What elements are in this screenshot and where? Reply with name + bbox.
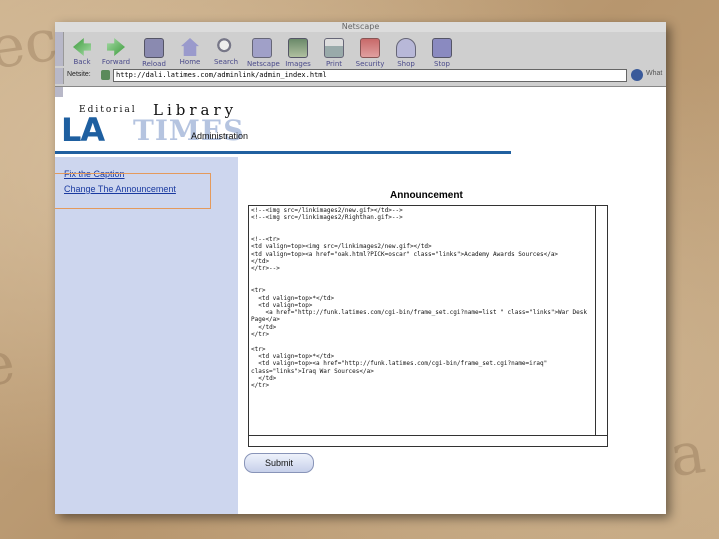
search-icon <box>217 38 235 56</box>
stop-button[interactable]: Stop <box>427 38 457 68</box>
header-divider <box>55 151 511 154</box>
page-content: Editorial Library LA TIMES Administratio… <box>55 86 666 514</box>
forward-button[interactable]: Forward <box>101 38 131 66</box>
reload-icon <box>144 38 164 58</box>
page-grip[interactable] <box>55 87 63 97</box>
navigation-toolbar: Back Forward Reload Home Search Netscape… <box>55 32 666 87</box>
submit-button[interactable]: Submit <box>244 453 314 473</box>
shop-button[interactable]: Shop <box>391 38 421 68</box>
print-button[interactable]: Print <box>319 38 349 68</box>
toolbar-grip[interactable] <box>55 32 64 66</box>
browser-window: Netscape Back Forward Reload Home Search… <box>55 22 666 514</box>
home-icon <box>181 38 199 56</box>
window-title: Netscape <box>55 22 666 32</box>
images-button[interactable]: Images <box>283 38 313 68</box>
highlight-box <box>55 173 211 209</box>
print-icon <box>324 38 344 58</box>
back-button[interactable]: Back <box>67 38 97 66</box>
forward-icon <box>107 38 125 56</box>
netscape-button[interactable]: Netscape <box>247 38 280 68</box>
sidebar: Fix the Caption Change The Announcement <box>55 157 238 514</box>
reload-button[interactable]: Reload <box>139 38 169 68</box>
url-input[interactable]: http://dali.latimes.com/adminlink/admin_… <box>113 69 627 82</box>
logo-la: LA <box>61 111 105 149</box>
background-texture: ec <box>0 5 62 83</box>
security-icon <box>360 38 380 58</box>
home-button[interactable]: Home <box>175 38 205 66</box>
page-proxy-icon[interactable] <box>101 70 110 80</box>
announcement-textarea[interactable]: <!--<img src=/linkimages2/new.gif></td>-… <box>248 205 608 447</box>
back-icon <box>73 38 91 56</box>
horizontal-scrollbar[interactable] <box>249 435 607 446</box>
whats-related-label[interactable]: What <box>646 70 662 77</box>
netscape-icon <box>252 38 272 58</box>
images-icon <box>288 38 308 58</box>
location-bar: Netsite: http://dali.latimes.com/adminli… <box>55 68 666 84</box>
location-label: Netsite: <box>67 71 91 78</box>
search-button[interactable]: Search <box>211 38 241 66</box>
location-grip[interactable] <box>55 68 64 84</box>
announcement-text: <!--<img src=/linkimages2/new.gif></td>-… <box>251 207 587 390</box>
stop-icon <box>432 38 452 58</box>
security-button[interactable]: Security <box>355 38 385 68</box>
announcement-title: Announcement <box>390 190 463 201</box>
shop-icon <box>396 38 416 58</box>
logo-administration: Administration <box>191 131 249 141</box>
whats-related-icon[interactable] <box>631 69 643 81</box>
vertical-scrollbar[interactable] <box>595 206 607 446</box>
